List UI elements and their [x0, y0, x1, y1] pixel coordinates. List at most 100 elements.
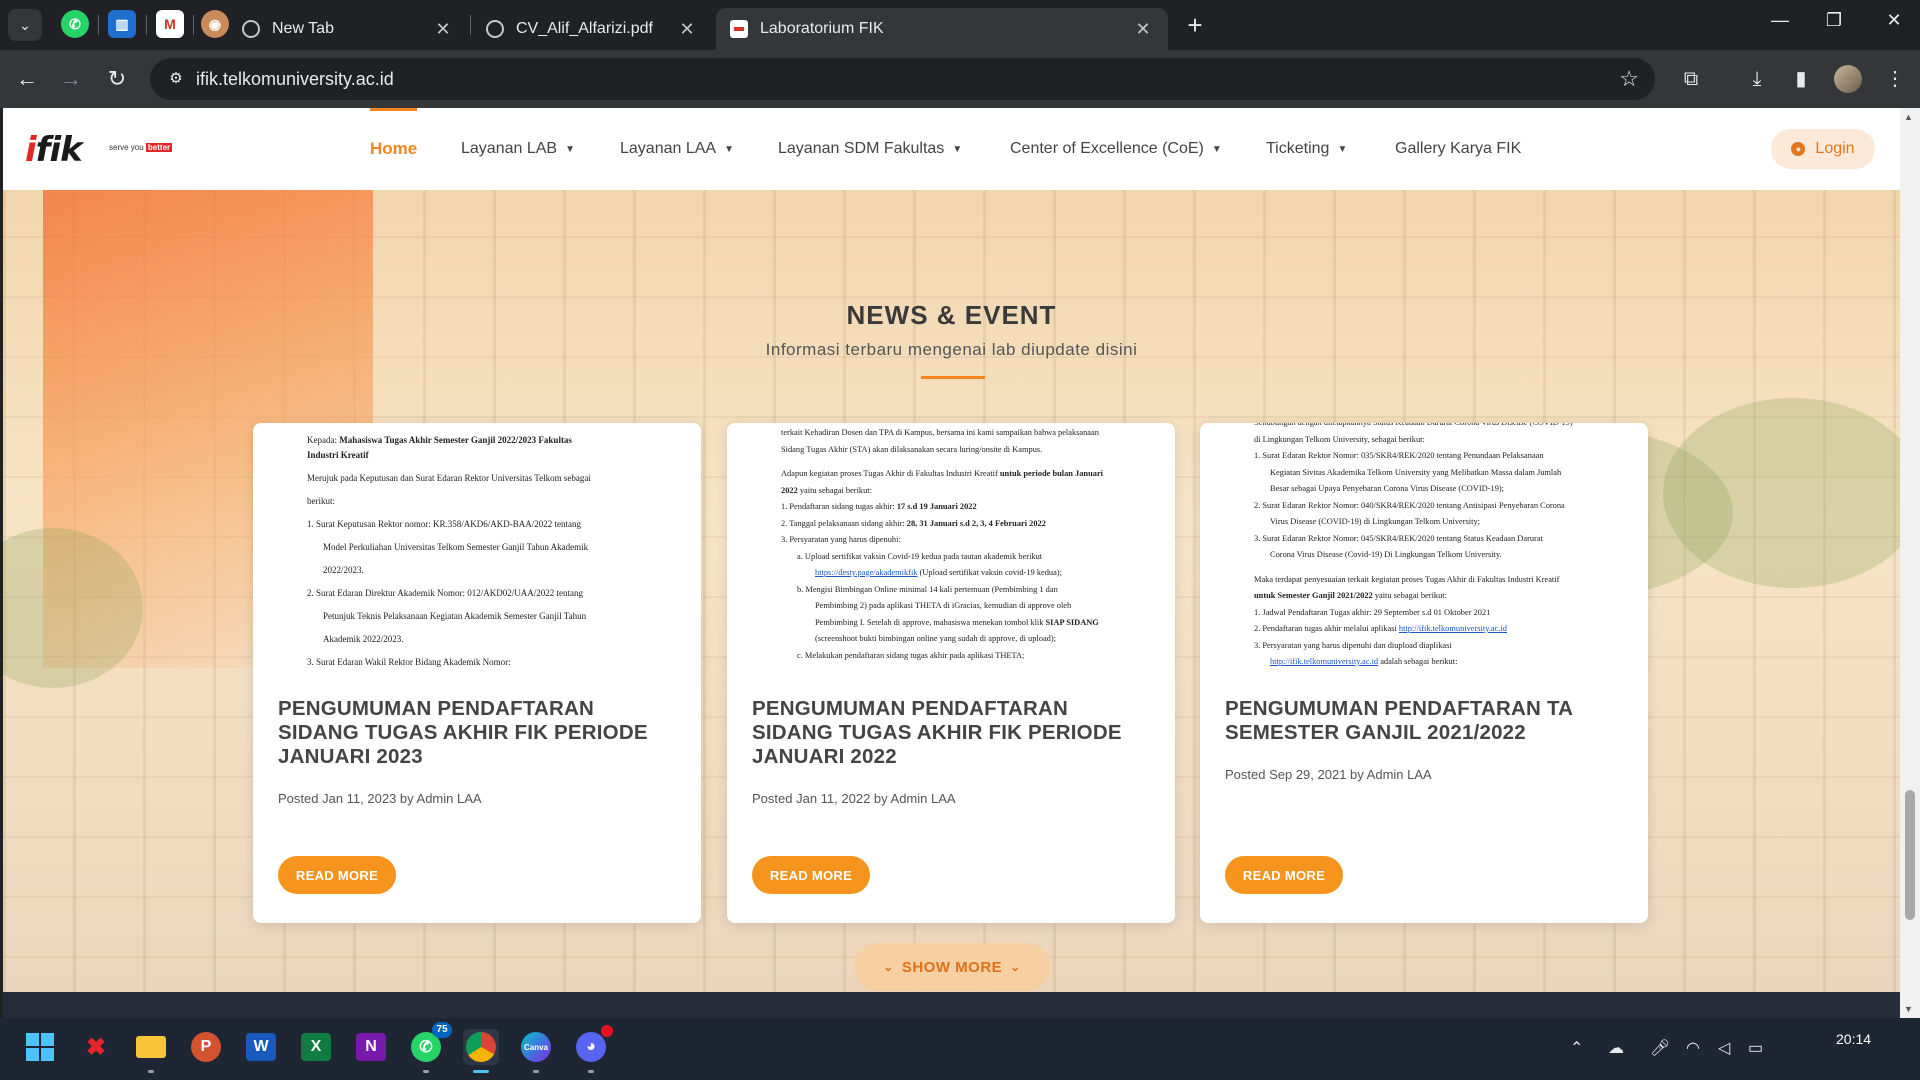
forward-button[interactable]: → [56, 64, 86, 94]
browser-toolbar: ← → ↻ ⚙ ifik.telkomuniversity.ac.id ☆ ⧉ … [0, 50, 1920, 108]
chrome-taskbar-app[interactable] [463, 1029, 499, 1073]
file-explorer-taskbar-app[interactable] [133, 1029, 169, 1073]
profile-avatar[interactable] [1834, 65, 1862, 93]
chevron-down-icon: ⌄ [1010, 960, 1021, 974]
read-more-button[interactable]: READ MORE [1225, 856, 1343, 894]
site-settings-icon[interactable]: ⚙ [166, 69, 186, 89]
onenote-icon: N [356, 1033, 386, 1061]
news-card[interactable]: terkait Kehadiran Dosen dan TPA di Kampu… [727, 423, 1175, 923]
nav-home[interactable]: Home [370, 108, 418, 190]
new-tab-button[interactable]: + [1180, 12, 1210, 38]
tab-title: Laboratorium FIK [760, 20, 884, 37]
user-icon: ● [1791, 142, 1806, 156]
announcement-document-preview: Kepada: Mahasiswa Tugas Akhir Semester G… [307, 435, 591, 667]
caret-down-icon: ▼ [952, 143, 963, 155]
caret-down-icon: ▼ [1337, 143, 1348, 155]
more-menu-icon[interactable]: ⋮ [1880, 64, 1910, 94]
news-card-title[interactable]: PENGUMUMAN PENDAFTARAN TA SEMESTER GANJI… [1225, 697, 1625, 745]
minimize-button[interactable]: — [1760, 10, 1800, 31]
nav-layanan-laa[interactable]: Layanan LAA ▼ [620, 108, 734, 190]
nav-layanan-sdm-fakultas[interactable]: Layanan SDM Fakultas ▼ [778, 108, 962, 190]
back-button[interactable]: ← [12, 64, 42, 94]
notification-dot [601, 1025, 613, 1037]
site-header: ifik serve you better Home Layanan LAB ▼ … [3, 108, 1900, 190]
tab-title: CV_Alif_Alfarizi.pdf [516, 20, 653, 37]
scrollbar-thumb[interactable] [1905, 790, 1915, 920]
title-underline [921, 376, 985, 379]
news-card[interactable]: Sehubungan dengan ditetapkannya Status K… [1200, 423, 1648, 923]
trello-icon: ▥ [115, 15, 129, 32]
read-more-button[interactable]: READ MORE [752, 856, 870, 894]
news-card-title[interactable]: PENGUMUMAN PENDAFTARAN SIDANG TUGAS AKHI… [278, 697, 678, 769]
globe-icon [486, 20, 504, 38]
canva-taskbar-app[interactable]: Canva [518, 1029, 554, 1073]
trello-pinned-tab[interactable]: ▥ [108, 10, 136, 38]
page-scrollbar[interactable]: ▲ ▼ [1900, 108, 1920, 1018]
word-icon: W [246, 1033, 276, 1061]
tab-cv-pdf[interactable]: CV_Alif_Alfarizi.pdf ✕ [472, 8, 712, 50]
taskbar-clock[interactable]: 20:14 [1836, 1031, 1871, 1047]
news-card[interactable]: Kepada: Mahasiswa Tugas Akhir Semester G… [253, 423, 701, 923]
gmail-pinned-tab[interactable]: M [156, 10, 184, 38]
tab-search-button[interactable]: ⌄ [8, 9, 42, 41]
xmind-taskbar-app[interactable]: ✖ [78, 1029, 114, 1065]
side-panel-icon[interactable]: ▮ [1786, 64, 1816, 94]
onenote-taskbar-app[interactable]: N [353, 1029, 389, 1065]
whatsapp-pinned-tab[interactable]: ✆ [61, 10, 89, 38]
onedrive-cloud-icon[interactable]: ☁ [1608, 1038, 1624, 1058]
tab-separator [470, 15, 471, 35]
chrome-icon [466, 1032, 496, 1062]
show-hidden-icons-chevron-icon[interactable]: ⌃ [1570, 1038, 1583, 1058]
extensions-icon[interactable]: ⧉ [1676, 64, 1706, 94]
word-taskbar-app[interactable]: W [243, 1029, 279, 1065]
show-more-button[interactable]: ⌄ SHOW MORE ⌄ [854, 943, 1050, 991]
address-url[interactable]: ifik.telkomuniversity.ac.id [196, 69, 394, 90]
read-more-button[interactable]: READ MORE [278, 856, 396, 894]
page-viewport: ifik serve you better Home Layanan LAB ▼ … [3, 108, 1900, 1018]
battery-icon[interactable]: ▭ [1748, 1038, 1763, 1058]
reload-button[interactable]: ↻ [102, 64, 132, 94]
fik-favicon-icon [730, 20, 748, 38]
restore-button[interactable]: ❐ [1814, 10, 1854, 31]
ifik-logo[interactable]: ifik [25, 130, 83, 170]
login-button[interactable]: ● Login [1771, 129, 1875, 169]
excel-taskbar-app[interactable]: X [298, 1029, 334, 1065]
bookmark-star-icon[interactable]: ☆ [1619, 66, 1639, 92]
excel-icon: X [301, 1033, 331, 1061]
windows-taskbar: ✖ P W X N ✆ 75 Canva ◕ ⌃ ☁ 🎤︎ ◠ ◁ ▭ 20:1… [0, 1018, 1920, 1080]
news-card-title[interactable]: PENGUMUMAN PENDAFTARAN SIDANG TUGAS AKHI… [752, 697, 1152, 769]
close-icon[interactable]: ✕ [676, 19, 698, 40]
powerpoint-taskbar-app[interactable]: P [188, 1029, 224, 1065]
palette-pinned-tab[interactable]: ◉ [201, 10, 229, 38]
microphone-icon[interactable]: 🎤︎ [1650, 1038, 1670, 1058]
nav-center-of-excellence[interactable]: Center of Excellence (CoE) ▼ [1010, 108, 1222, 190]
discord-icon: ◕ [576, 1032, 606, 1062]
scroll-up-arrow-icon[interactable]: ▲ [1904, 112, 1913, 122]
chrome-tab-icon [242, 20, 260, 38]
tab-new-tab[interactable]: New Tab ✕ [228, 8, 468, 50]
scroll-down-arrow-icon[interactable]: ▼ [1904, 1004, 1913, 1014]
chevron-down-icon: ⌄ [883, 960, 894, 974]
whatsapp-taskbar-app[interactable]: ✆ 75 [408, 1022, 452, 1073]
tab-laboratorium-fik[interactable]: Laboratorium FIK ✕ [716, 8, 1168, 50]
nav-gallery-karya-fik[interactable]: Gallery Karya FIK [1395, 108, 1521, 190]
tab-separator [193, 15, 194, 35]
tab-separator [98, 15, 99, 35]
footer-band [3, 992, 1900, 1018]
caret-down-icon: ▼ [724, 143, 734, 155]
nav-ticketing[interactable]: Ticketing ▼ [1266, 108, 1347, 190]
nav-layanan-lab[interactable]: Layanan LAB ▼ [461, 108, 575, 190]
news-event-subtitle: Informasi terbaru mengenai lab diupdate … [765, 340, 1138, 359]
wifi-icon[interactable]: ◠ [1686, 1038, 1700, 1058]
discord-taskbar-app[interactable]: ◕ [573, 1025, 613, 1073]
canva-icon: Canva [521, 1032, 551, 1062]
address-bar[interactable]: ⚙ ifik.telkomuniversity.ac.id ☆ [150, 58, 1655, 100]
download-icon[interactable]: ⤓ [1742, 64, 1772, 94]
close-icon[interactable]: ✕ [1132, 19, 1154, 40]
volume-icon[interactable]: ◁ [1718, 1038, 1730, 1058]
close-icon[interactable]: ✕ [432, 19, 454, 40]
announcement-document-preview: Sehubungan dengan ditetapkannya Status K… [1254, 423, 1573, 666]
caret-down-icon: ▼ [1211, 143, 1222, 155]
start-button[interactable] [22, 1029, 58, 1065]
window-close-button[interactable]: ✕ [1874, 10, 1914, 31]
